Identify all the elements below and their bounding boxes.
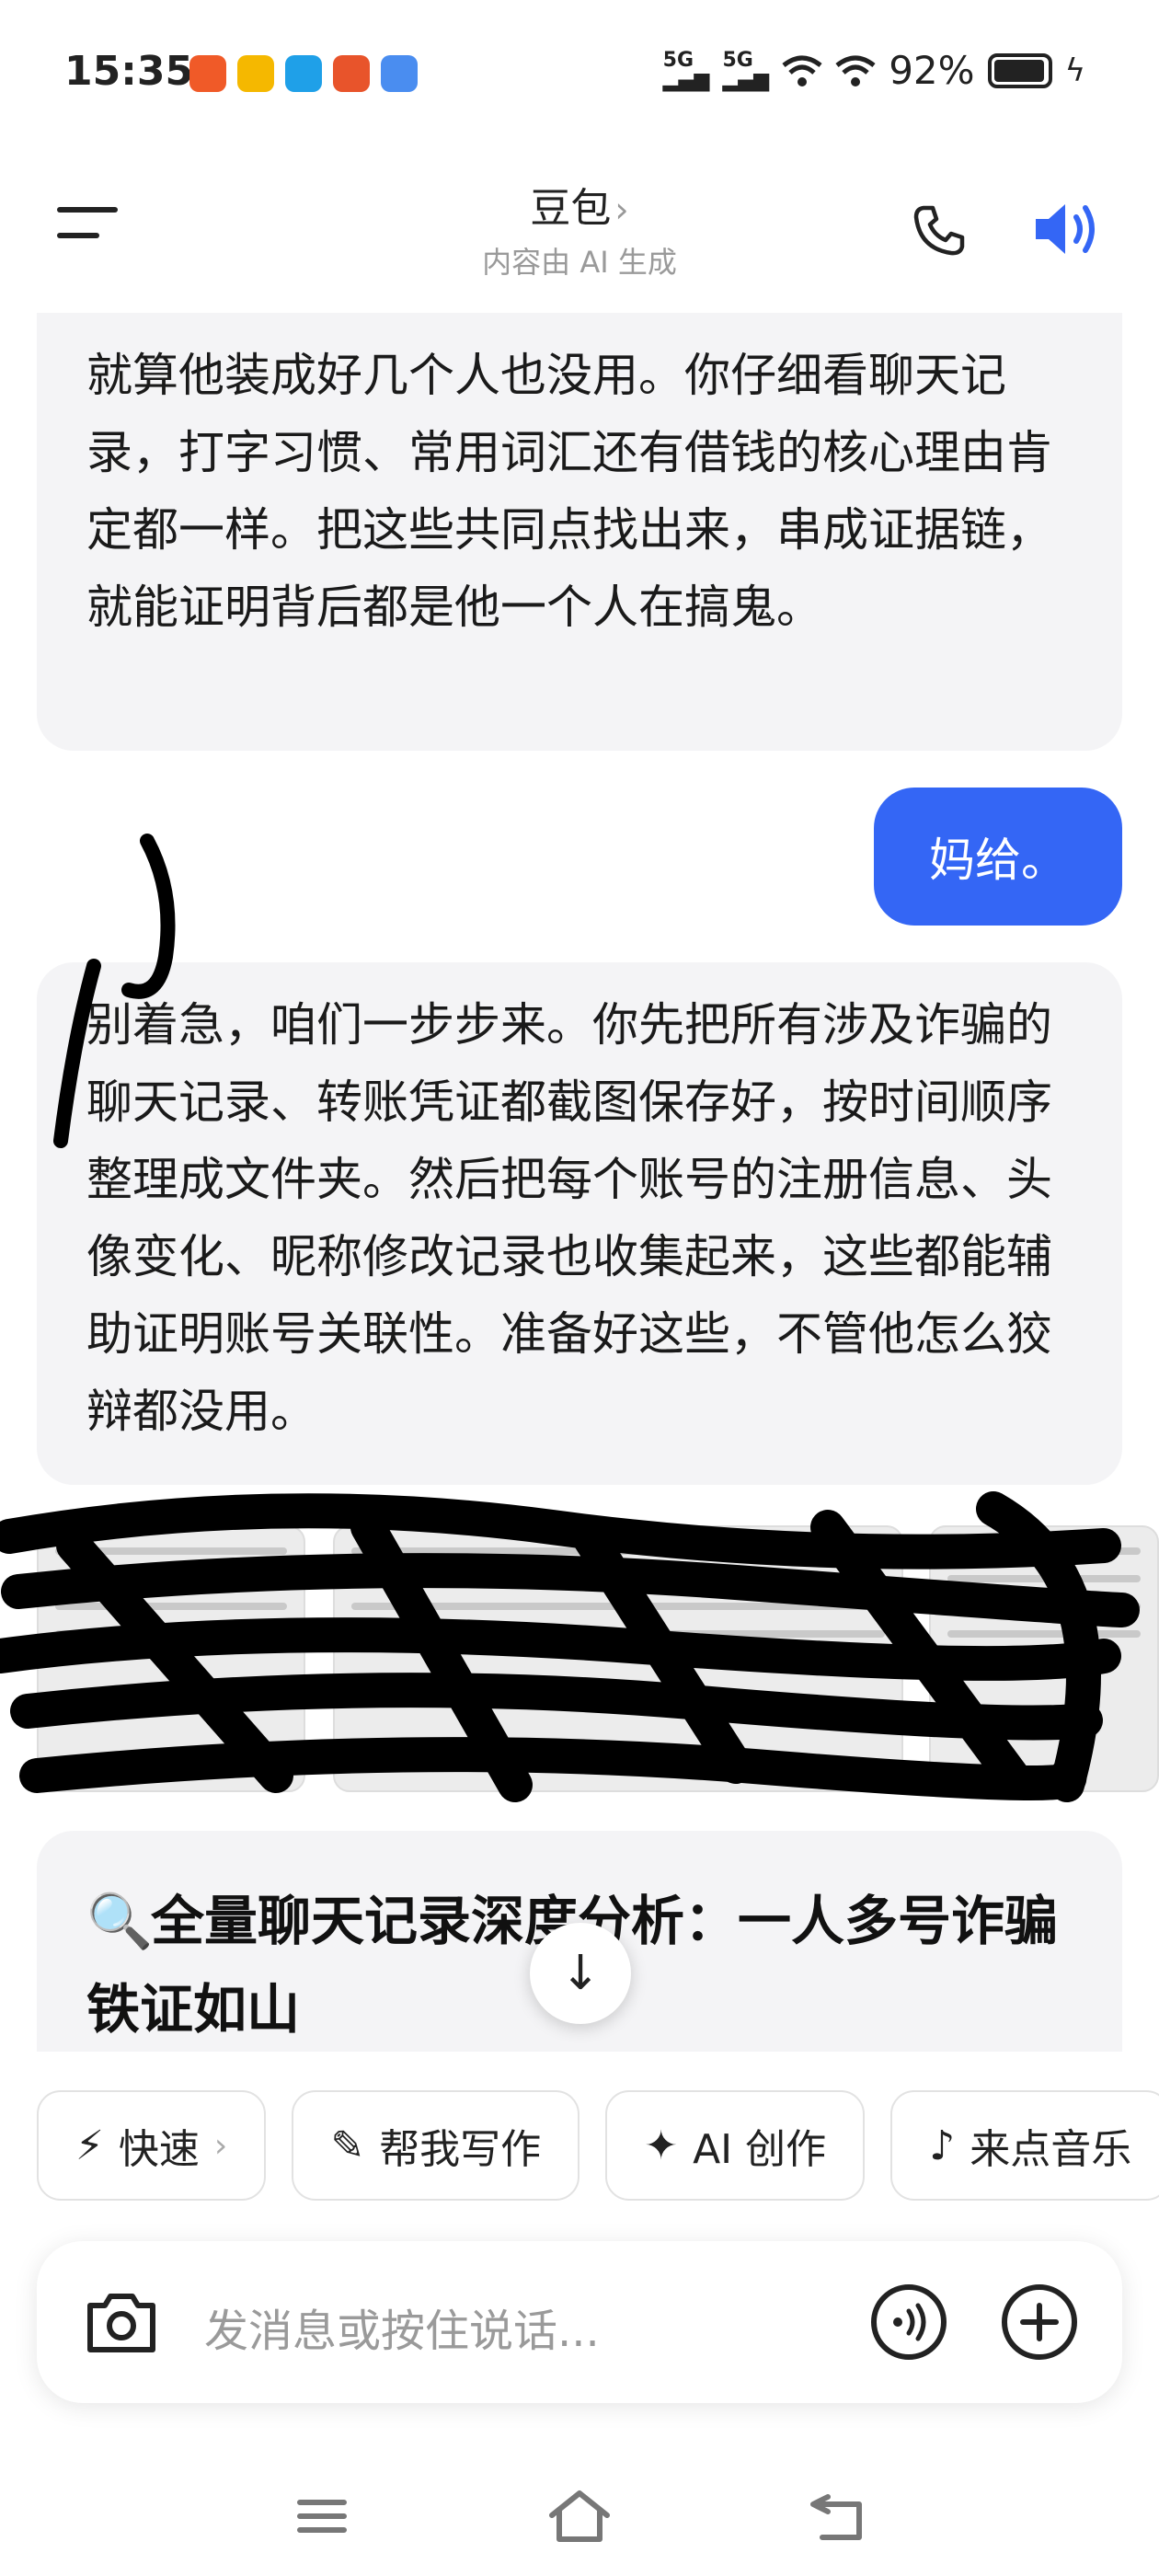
battery-percent: 92%	[889, 48, 975, 93]
status-indicators: 5G ▂▄▆ 5G ▂▄▆ 92% ϟ	[663, 48, 1085, 93]
signal-icon: 5G ▂▄▆	[722, 48, 770, 92]
status-time: 15:35	[64, 48, 194, 95]
chevron-right-icon: ›	[213, 2126, 228, 2165]
ai-message: 就算他装成好几个人也没用。你仔细看聊天记录，打字习惯、常用词汇还有借钱的核心理由…	[37, 313, 1122, 751]
chip-label: 快速	[118, 2126, 200, 2173]
system-navigation-bar	[0, 2466, 1159, 2576]
chip-ai-create[interactable]: ✦ AI 创作	[605, 2090, 866, 2201]
music-note-icon: ♪	[929, 2122, 956, 2169]
sparkle-icon: ✦	[644, 2122, 679, 2169]
phone-icon[interactable]	[911, 202, 966, 258]
message-input[interactable]: 发消息或按住说话...	[204, 2294, 600, 2359]
notification-icons	[189, 55, 418, 92]
home-icon[interactable]	[543, 2484, 616, 2548]
app-notification-icon	[333, 55, 370, 92]
edit-icon: ✎	[330, 2122, 365, 2169]
chip-write[interactable]: ✎ 帮我写作	[292, 2090, 580, 2201]
charging-icon: ϟ	[1064, 52, 1085, 89]
battery-icon	[987, 52, 1052, 88]
app-notification-icon	[285, 55, 322, 92]
chevron-right-icon: ›	[614, 190, 629, 230]
chip-label: 来点音乐	[970, 2126, 1132, 2173]
chip-fast[interactable]: ⚡ 快速 ›	[37, 2090, 267, 2201]
status-bar: 15:35 5G ▂▄▆ 5G ▂▄▆ 92% ϟ	[0, 0, 1159, 147]
message-input-bar[interactable]: 发消息或按住说话...	[37, 2241, 1122, 2403]
signal-icon: 5G ▂▄▆	[662, 48, 710, 92]
chip-music[interactable]: ♪ 来点音乐	[890, 2090, 1159, 2201]
search-icon: 🔍	[86, 1890, 154, 1952]
voice-call-icon[interactable]	[870, 2283, 947, 2361]
chat-title-block[interactable]: 豆包 › 内容由 AI 生成	[0, 175, 1159, 282]
app-notification-icon	[237, 55, 274, 92]
chip-label: AI 创作	[693, 2126, 827, 2173]
chip-label: 帮我写作	[379, 2126, 542, 2173]
chat-header: 豆包 › 内容由 AI 生成	[0, 156, 1159, 294]
wifi-icon	[782, 55, 822, 86]
scroll-down-button[interactable]: ↓	[530, 1923, 631, 2024]
ai-disclaimer: 内容由 AI 生成	[482, 245, 677, 280]
recent-apps-icon[interactable]	[285, 2484, 359, 2548]
app-notification-icon	[189, 55, 226, 92]
wifi-icon	[835, 55, 876, 86]
chat-title[interactable]: 豆包	[530, 185, 611, 232]
lightning-icon: ⚡	[75, 2122, 104, 2169]
user-message: 妈给。	[874, 788, 1122, 926]
back-icon[interactable]	[800, 2484, 874, 2548]
plus-icon[interactable]	[1001, 2283, 1078, 2361]
app-notification-icon	[381, 55, 418, 92]
quick-actions: ⚡ 快速 › ✎ 帮我写作 ✦ AI 创作 ♪ 来点音乐	[37, 2090, 1159, 2201]
speaker-icon[interactable]	[1032, 199, 1104, 259]
handwritten-mark	[53, 834, 176, 1148]
redaction-scribble	[0, 1491, 1140, 1802]
camera-icon[interactable]	[85, 2287, 158, 2357]
